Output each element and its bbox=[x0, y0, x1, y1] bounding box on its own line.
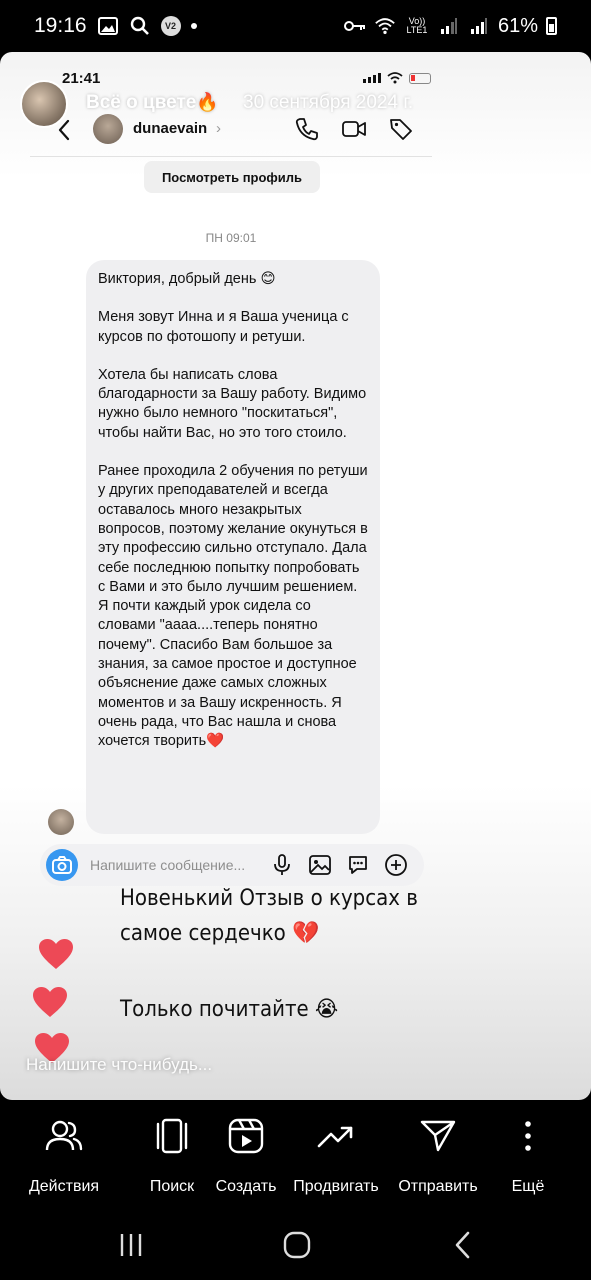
system-status-bar: 19:16 V2 Vo)) LTE1 61% bbox=[0, 0, 591, 52]
more-vertical-icon bbox=[525, 1121, 531, 1151]
trend-icon bbox=[317, 1126, 353, 1148]
message-timestamp: ПН 09:01 bbox=[205, 231, 257, 245]
volte-label: Vo)) LTE1 bbox=[406, 16, 428, 35]
screenshot-time: 21:41 bbox=[62, 70, 101, 87]
story-date: 30 сентября 2024 г. bbox=[243, 92, 414, 113]
search-label: Поиск bbox=[149, 1178, 195, 1195]
story-reply-input[interactable]: Напишите что-нибудь... bbox=[26, 1055, 212, 1075]
carousel-icon bbox=[156, 1118, 188, 1154]
camera-icon bbox=[46, 849, 78, 881]
screenshot-wifi-icon bbox=[387, 72, 403, 84]
people-icon bbox=[45, 1120, 83, 1151]
back-chevron-icon bbox=[58, 119, 70, 141]
story-viewer[interactable]: 21:41 Всё о цвете🔥 30 сентября 2024 г. d… bbox=[0, 52, 591, 1100]
back-icon[interactable] bbox=[448, 1230, 478, 1260]
activity-label: Действия bbox=[28, 1178, 100, 1195]
story-actions-bar: Действия Поиск Создать Продвигать Отправ… bbox=[0, 1100, 591, 1210]
wifi-icon bbox=[374, 15, 396, 37]
system-nav-bar bbox=[0, 1210, 591, 1280]
chevron-right-icon: › bbox=[216, 120, 221, 137]
battery-percent: 61% bbox=[497, 14, 538, 37]
caption-text-2: Только почитайте 😭 bbox=[120, 997, 339, 1022]
signal-2-icon bbox=[468, 15, 490, 37]
screenshot-battery-icon bbox=[409, 72, 431, 84]
gallery-icon bbox=[309, 855, 331, 875]
message-paragraph: Меня зовут Инна и я Ваша ученица с курсо… bbox=[98, 309, 349, 345]
send-button[interactable]: Отправить bbox=[392, 1116, 484, 1196]
reels-icon bbox=[228, 1118, 264, 1154]
phone-icon bbox=[295, 118, 318, 141]
dm-user-avatar bbox=[93, 114, 123, 144]
gallery-notification-icon bbox=[97, 15, 119, 37]
message-bubble: Виктория, добрый день 😊 Меня зовут Инна … bbox=[86, 260, 380, 834]
system-time: 19:16 bbox=[34, 14, 87, 37]
composer-placeholder: Напишите сообщение... bbox=[90, 857, 246, 873]
message-paragraph: Виктория, добрый день 😊 bbox=[98, 271, 276, 287]
send-icon bbox=[420, 1120, 456, 1152]
recent-apps-icon[interactable] bbox=[116, 1230, 146, 1260]
fire-emoji: 🔥 bbox=[196, 92, 219, 112]
promote-label: Продвигать bbox=[293, 1178, 379, 1195]
caption-text-1: Новенький Отзыв о курсах в самое сердечк… bbox=[120, 886, 418, 946]
story-author-label: Всё о цвете bbox=[86, 92, 197, 113]
more-notifications-dot bbox=[190, 23, 197, 29]
sticker-icon bbox=[349, 856, 367, 874]
video-camera-icon bbox=[342, 121, 366, 137]
story-author-name[interactable]: Всё о цвете🔥 bbox=[86, 92, 219, 114]
screenshot-status-icons bbox=[363, 72, 431, 84]
search-notification-icon bbox=[129, 15, 151, 37]
view-profile-button: Посмотреть профиль bbox=[144, 161, 320, 193]
home-icon[interactable] bbox=[282, 1230, 312, 1260]
send-label: Отправить bbox=[398, 1178, 478, 1195]
create-button[interactable]: Создать bbox=[210, 1116, 282, 1196]
search-button[interactable]: Поиск bbox=[136, 1116, 208, 1196]
message-paragraph: Хотела бы написать слова благодарности з… bbox=[98, 366, 367, 441]
key-icon bbox=[343, 15, 366, 37]
battery-icon bbox=[546, 17, 557, 35]
more-label: Ещё bbox=[511, 1178, 545, 1195]
screenshot-signal-icon bbox=[363, 73, 381, 83]
tag-icon bbox=[390, 119, 412, 140]
sender-avatar bbox=[48, 809, 74, 835]
heart-icon bbox=[39, 939, 73, 969]
message-composer: Напишите сообщение... bbox=[40, 844, 424, 886]
header-divider bbox=[30, 156, 432, 157]
plus-circle-icon bbox=[385, 854, 407, 876]
v2-notification-icon: V2 bbox=[160, 16, 181, 36]
signal-1-icon bbox=[438, 15, 460, 37]
dm-username: dunaevain bbox=[133, 120, 208, 137]
heart-icon bbox=[33, 987, 67, 1017]
create-label: Создать bbox=[215, 1178, 277, 1195]
microphone-icon bbox=[274, 854, 290, 875]
more-button[interactable]: Ещё bbox=[500, 1116, 556, 1196]
activity-button[interactable]: Действия bbox=[22, 1116, 106, 1196]
message-paragraph: Ранее проходила 2 обучения по ретуши у д… bbox=[98, 463, 368, 750]
promote-button[interactable]: Продвигать bbox=[286, 1116, 386, 1196]
